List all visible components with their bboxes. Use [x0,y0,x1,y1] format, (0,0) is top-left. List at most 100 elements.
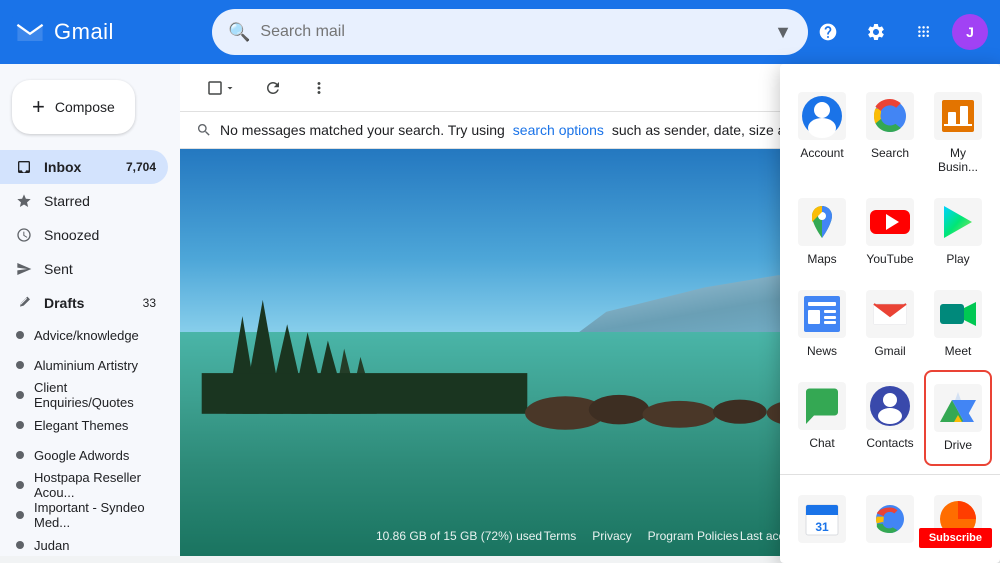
sidebar: + Compose Inbox 7,704 Starred Snoozed Se… [0,64,180,556]
drafts-count: 33 [143,296,156,310]
folder-hostpapa[interactable]: Hostpapa Reseller Acou... [0,470,168,500]
sidebar-item-starred[interactable]: Starred [0,184,168,218]
sidebar-item-inbox[interactable]: Inbox 7,704 [0,150,168,184]
folder-advice[interactable]: Advice/knowledge [0,320,168,350]
drive-app-icon [934,384,982,432]
account-app-label: Account [800,146,843,160]
checkbox-icon [206,79,224,97]
folder-label: Advice/knowledge [34,328,139,343]
starred-label: Starred [44,193,90,209]
app-item-news[interactable]: News [788,278,856,370]
folder-judan[interactable]: Judan [0,530,168,556]
youtube-app-label: YouTube [866,252,913,266]
folder-label: Important - Syndeo Med... [34,500,156,530]
app-item-chat[interactable]: Chat [788,370,856,466]
gmail-app-icon [866,290,914,338]
topbar: Gmail 🔍 ▼ J [0,0,1000,64]
no-messages-text: No messages matched your search. Try usi… [220,122,505,138]
snoozed-label: Snoozed [44,227,99,243]
gmail-app-label: Gmail [874,344,905,358]
app-item-youtube[interactable]: YouTube [856,186,924,278]
search-options-link[interactable]: search options [513,122,604,138]
folder-label: Client Enquiries/Quotes [34,380,156,410]
search-app-icon [866,92,914,140]
meet-app-icon [934,290,982,338]
program-policies-link[interactable]: Program Policies [648,529,739,543]
folder-dot-icon [16,391,24,399]
search-icon: 🔍 [228,22,250,43]
chat-app-label: Chat [809,436,834,450]
news-app-label: News [807,344,837,358]
apps-divider [780,474,1000,475]
inbox-count: 7,704 [126,160,156,174]
folder-important[interactable]: Important - Syndeo Med... [0,500,168,530]
contacts-app-label: Contacts [866,436,913,450]
sidebar-item-sent[interactable]: Sent [0,252,168,286]
youtube-app-icon [866,198,914,246]
folder-elegant[interactable]: Elegant Themes [0,410,168,440]
refresh-button[interactable] [254,73,292,103]
app-item-meet[interactable]: Meet [924,278,992,370]
app-item-mybusiness[interactable]: My Busin... [924,80,992,186]
folder-dot-icon [16,331,24,339]
youtube-subscribe-badge[interactable]: Subscribe [919,528,992,548]
app-item-search[interactable]: Search [856,80,924,186]
settings-button[interactable] [856,12,896,52]
more-vert-icon [310,79,328,97]
folder-dot-icon [16,361,24,369]
help-icon [818,22,838,42]
play-app-icon [934,198,982,246]
apps-panel: Account Search [780,64,1000,563]
search-app-label: Search [871,146,909,160]
app-item-contacts[interactable]: Contacts [856,370,924,466]
app-item-play[interactable]: Play [924,186,992,278]
folder-label: Aluminium Artistry [34,358,138,373]
sent-icon [16,261,32,277]
app-item-drive[interactable]: Drive [924,370,992,466]
folder-label: Hostpapa Reseller Acou... [34,470,156,500]
app-item-maps[interactable]: Maps [788,186,856,278]
compose-button[interactable]: + Compose [12,80,135,134]
app-item-calendar[interactable]: 31 [788,483,856,555]
search-result-icon [196,122,212,138]
apps-grid-icon [914,22,934,42]
folder-google-adwords[interactable]: Google Adwords [0,440,168,470]
folder-label: Google Adwords [34,448,129,463]
drive-app-label: Drive [944,438,972,452]
sidebar-item-drafts[interactable]: Drafts 33 [0,286,168,320]
search-input[interactable] [260,23,764,41]
settings-icon [866,22,886,42]
help-button[interactable] [808,12,848,52]
snoozed-icon [16,227,32,243]
search-dropdown-icon[interactable]: ▼ [774,22,792,43]
meet-app-label: Meet [945,344,972,358]
chat-app-icon [798,382,846,430]
folder-label: Judan [34,538,69,553]
app-item-account[interactable]: Account [788,80,856,186]
folder-aluminium[interactable]: Aluminium Artistry [0,350,168,380]
play-app-label: Play [946,252,969,266]
app-item-google-g[interactable] [856,483,924,555]
folder-dot-icon [16,421,24,429]
news-app-icon [798,290,846,338]
gmail-logo-text: Gmail [54,19,114,45]
terms-link[interactable]: Terms [544,529,577,543]
apps-button[interactable] [904,12,944,52]
avatar[interactable]: J [952,14,988,50]
maps-app-label: Maps [807,252,836,266]
privacy-link[interactable]: Privacy [592,529,631,543]
maps-app-icon [798,198,846,246]
sidebar-item-snoozed[interactable]: Snoozed [0,218,168,252]
folder-label: Elegant Themes [34,418,128,433]
footer-links: Terms Privacy Program Policies [544,529,739,543]
folder-client[interactable]: Client Enquiries/Quotes [0,380,168,410]
account-app-icon [798,92,846,140]
more-options-button[interactable] [300,73,338,103]
app-item-gmail[interactable]: Gmail [856,278,924,370]
inbox-label: Inbox [44,159,81,175]
drafts-label: Drafts [44,295,84,311]
folder-dot-icon [16,451,24,459]
mybusiness-app-label: My Busin... [932,146,984,174]
select-all-button[interactable] [196,73,246,103]
gmail-logo: Gmail [12,14,212,50]
